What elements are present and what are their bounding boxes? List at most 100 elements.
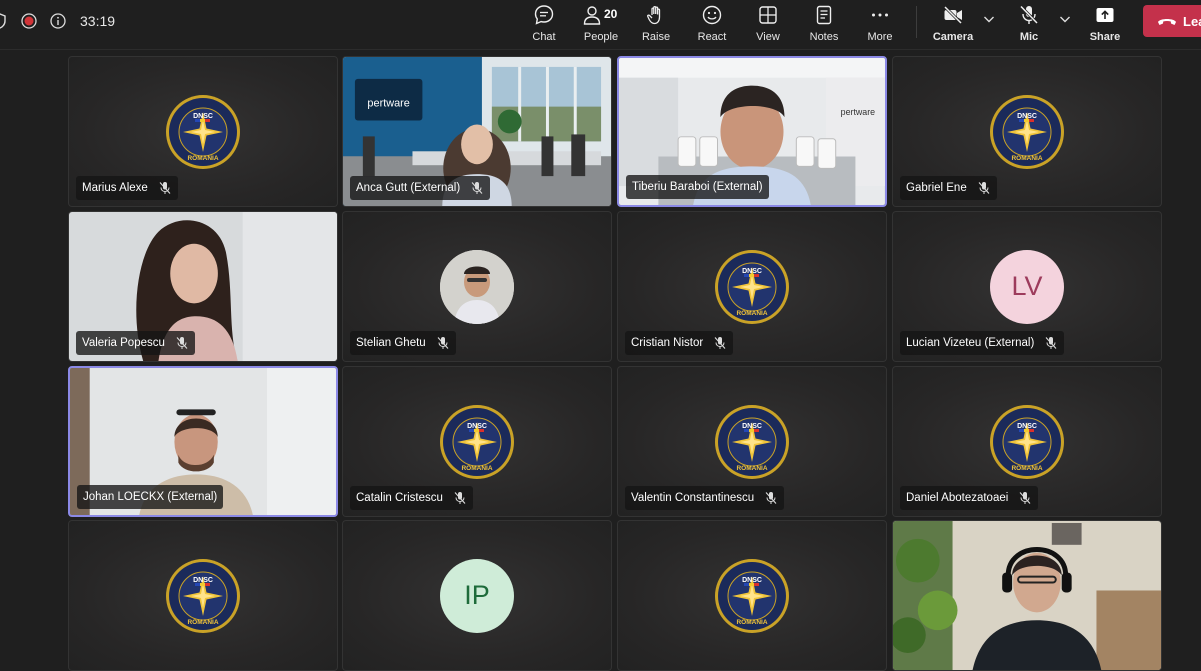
react-button[interactable]: React (698, 2, 726, 44)
participant-name-tag: Lucian Vizeteu (External) (900, 331, 1065, 355)
mic-label: Mic (1019, 31, 1039, 43)
notes-label: Notes (809, 31, 839, 43)
participant-name: Johan LOECKX (External) (83, 491, 218, 503)
svg-text:ROMANIA: ROMANIA (187, 155, 218, 162)
meeting-toolbar: 33:19 Chat 20 People Raise React View No… (0, 0, 1201, 50)
mic-off-icon (471, 182, 483, 194)
svg-text:DNSC: DNSC (742, 577, 762, 584)
recording-icon[interactable] (21, 13, 37, 29)
participant-name-tag: Valentin Constantinescu (625, 486, 785, 510)
mic-off-icon (454, 492, 466, 504)
svg-text:ROMANIA: ROMANIA (461, 465, 492, 472)
participant-name-tag: Daniel Abotezatoaei (900, 486, 1039, 510)
home-office-video-feed (893, 521, 1161, 670)
brand-sign: pertware (841, 107, 876, 117)
participant-tile[interactable]: DNSC ROMANIA Marius Alexe (68, 56, 338, 207)
dnsc-logo: DNSC ROMANIA (714, 404, 790, 479)
camera-label: Camera (932, 31, 974, 43)
mic-options-chevron-down-icon[interactable] (1058, 12, 1072, 26)
view-button[interactable]: View (754, 2, 782, 44)
participant-tile[interactable]: DNSC ROMANIA Cristian Nistor (617, 211, 887, 362)
raise-label: Raise (641, 31, 671, 43)
shield-icon[interactable] (0, 13, 6, 29)
participant-tile[interactable]: DNSC ROMANIA Gabriel Ene (892, 56, 1162, 207)
mic-off-icon (1019, 5, 1039, 25)
svg-text:ROMANIA: ROMANIA (736, 465, 767, 472)
more-icon (872, 13, 888, 17)
participant-name-tag: Stelian Ghetu (350, 331, 456, 355)
participant-tile[interactable]: DNSC ROMANIA (68, 520, 338, 671)
people-icon (583, 6, 601, 25)
participant-name: Anca Gutt (External) (356, 182, 461, 194)
mic-off-icon (176, 337, 188, 349)
participant-name-tag: Tiberiu Baraboi (External) (626, 175, 769, 199)
svg-text:ROMANIA: ROMANIA (736, 619, 767, 626)
initials-avatar: LV (990, 249, 1064, 324)
participant-name: Gabriel Ene (906, 182, 967, 194)
mic-off-icon (159, 182, 171, 194)
mic-off-icon (1019, 492, 1031, 504)
camera-off-icon (943, 5, 963, 25)
people-count: 20 (604, 7, 618, 21)
initials-avatar: IP (440, 558, 514, 633)
participant-tile[interactable]: DNSC ROMANIA Daniel Abotezatoaei (892, 366, 1162, 517)
participant-tile-active-speaker[interactable]: pertware Tiberiu Baraboi (External) (617, 56, 887, 207)
svg-text:ROMANIA: ROMANIA (1011, 155, 1042, 162)
chat-button[interactable]: Chat (530, 2, 558, 44)
participant-name: Cristian Nistor (631, 337, 704, 349)
participant-name-tag: Johan LOECKX (External) (77, 485, 224, 509)
smiley-icon (702, 5, 722, 25)
share-button[interactable]: Share (1090, 2, 1120, 44)
dnsc-logo: DNSC ROMANIA (165, 558, 241, 633)
people-button[interactable]: 20 People (582, 2, 620, 44)
svg-text:ROMANIA: ROMANIA (1011, 465, 1042, 472)
dnsc-logo: DNSC ROMANIA (714, 249, 790, 324)
participant-tile[interactable]: DNSC ROMANIA Catalin Cristescu (342, 366, 612, 517)
leave-button[interactable]: Lea (1143, 5, 1201, 37)
dnsc-logo: DNSC ROMANIA (989, 94, 1065, 169)
camera-button[interactable]: Camera (932, 2, 974, 44)
notes-button[interactable]: Notes (808, 2, 840, 44)
mic-off-icon (978, 182, 990, 194)
people-label: People (583, 31, 619, 43)
mic-off-icon (765, 492, 777, 504)
participant-name: Tiberiu Baraboi (External) (632, 181, 763, 193)
hand-icon (647, 5, 661, 25)
participant-tile-active-speaker[interactable]: Johan LOECKX (External) (68, 366, 338, 517)
participant-name-tag: Gabriel Ene (900, 176, 997, 200)
brand-sign: pertware (367, 98, 409, 110)
share-label: Share (1089, 31, 1121, 43)
participant-name-tag: Cristian Nistor (625, 331, 734, 355)
view-label: View (756, 31, 780, 43)
svg-text:DNSC: DNSC (193, 577, 213, 584)
mic-button[interactable]: Mic (1014, 2, 1044, 44)
svg-text:DNSC: DNSC (1017, 423, 1037, 430)
info-icon[interactable] (50, 13, 66, 29)
notes-icon (816, 5, 832, 25)
camera-options-chevron-down-icon[interactable] (982, 12, 996, 26)
participant-tile[interactable]: Valeria Popescu (68, 211, 338, 362)
participant-name: Stelian Ghetu (356, 337, 426, 349)
toolbar-divider (916, 6, 917, 38)
participant-name-tag: Marius Alexe (76, 176, 178, 200)
participant-grid: DNSC ROMANIA Marius Alexe pertware Anca G… (68, 56, 1162, 671)
chat-icon (534, 5, 554, 25)
more-button[interactable]: More (865, 2, 895, 44)
chat-label: Chat (532, 31, 556, 43)
mic-off-icon (714, 337, 726, 349)
mic-off-icon (437, 337, 449, 349)
participant-tile[interactable]: IP (342, 520, 612, 671)
participant-tile[interactable] (892, 520, 1162, 671)
react-label: React (697, 31, 727, 43)
participant-tile[interactable]: DNSC ROMANIA (617, 520, 887, 671)
participant-tile[interactable]: Stelian Ghetu (342, 211, 612, 362)
mic-off-icon (1045, 337, 1057, 349)
dnsc-logo: DNSC ROMANIA (165, 94, 241, 169)
participant-tile[interactable]: LV Lucian Vizeteu (External) (892, 211, 1162, 362)
participant-tile[interactable]: pertware Anca Gutt (External) (342, 56, 612, 207)
raise-hand-button[interactable]: Raise (642, 2, 670, 44)
participant-name: Lucian Vizeteu (External) (906, 337, 1035, 349)
svg-text:DNSC: DNSC (742, 423, 762, 430)
participant-tile[interactable]: DNSC ROMANIA Valentin Constantinescu (617, 366, 887, 517)
participant-name: Valentin Constantinescu (631, 492, 755, 504)
